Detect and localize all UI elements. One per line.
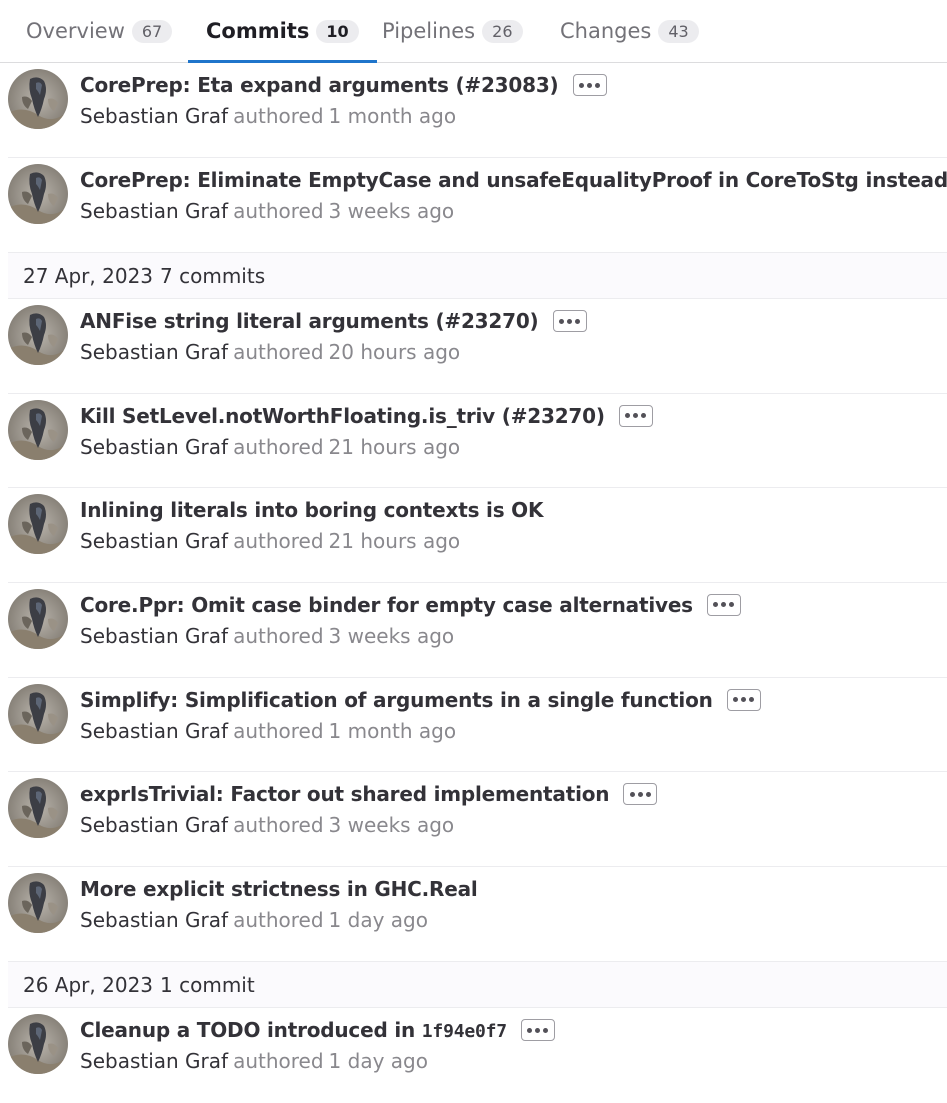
commit-title[interactable]: More explicit strictness in GHC.Real [80, 877, 478, 901]
author-link[interactable]: Sebastian Graf [80, 719, 228, 743]
commit-meta: Sebastian Graf authored 20 hours ago [80, 340, 460, 364]
commit-row: ANFise string literal arguments (#23270)… [8, 299, 947, 394]
commit-row: Core.Ppr: Omit case binder for empty cas… [8, 583, 947, 678]
commit-title[interactable]: Cleanup a TODO introduced in 1f94e0f7 [80, 1018, 507, 1042]
tab-count-badge: 67 [131, 19, 173, 43]
commit-time: 3 weeks ago [328, 813, 455, 838]
group-date: 26 Apr, 2023 [23, 972, 154, 997]
author-avatar[interactable] [8, 872, 68, 933]
author-link[interactable]: Sebastian Graf [80, 340, 228, 364]
author-link[interactable]: Sebastian Graf [80, 1049, 228, 1073]
ellipsis-icon[interactable] [618, 404, 653, 427]
author-link[interactable]: Sebastian Graf [80, 104, 228, 128]
tab-count-badge: 43 [658, 19, 699, 43]
author-avatar[interactable] [8, 778, 68, 839]
author-avatar[interactable] [8, 683, 68, 744]
tab-pipelines[interactable]: Pipelines 26 [382, 0, 523, 62]
commit-meta: Sebastian Graf authored 3 weeks ago [80, 199, 454, 223]
commit-time: 3 weeks ago [328, 623, 455, 648]
commit-time: 1 month ago [328, 104, 457, 128]
ellipsis-icon[interactable] [726, 688, 761, 711]
tab-count-badge: 26 [482, 19, 523, 43]
tab-label: Changes [560, 19, 652, 43]
author-avatar[interactable] [8, 494, 68, 555]
commit-row: CorePrep: Eta expand arguments (#23083) … [8, 63, 947, 158]
authored-label: authored [233, 623, 324, 648]
tab-count-badge: 10 [316, 19, 359, 43]
commit-row: exprIsTrivial: Factor out shared impleme… [8, 772, 947, 867]
commit-time: 1 day ago [328, 1049, 428, 1074]
commit-time: 1 day ago [328, 907, 428, 932]
commit-meta: Sebastian Graf authored 21 hours ago [80, 529, 460, 553]
author-link[interactable]: Sebastian Graf [80, 199, 228, 223]
commit-time: 1 month ago [328, 718, 457, 743]
group-date: 27 Apr, 2023 [23, 263, 154, 288]
commit-list: CorePrep: Eta expand arguments (#23083) … [8, 63, 947, 1103]
authored-label: authored [233, 340, 324, 365]
tab-label: Commits [206, 19, 310, 43]
ellipsis-icon[interactable] [572, 74, 607, 96]
commit-time: 20 hours ago [328, 340, 461, 365]
commit-meta: Sebastian Graf authored 3 weeks ago [80, 624, 454, 648]
commit-title[interactable]: Inlining literals into boring contexts i… [80, 498, 543, 522]
commit-meta: Sebastian Graf authored 21 hours ago [80, 435, 460, 459]
commit-row: Kill SetLevel.notWorthFloating.is_triv (… [8, 394, 947, 489]
author-avatar[interactable] [8, 588, 68, 649]
commit-row: More explicit strictness in GHC.Real Seb… [8, 867, 947, 962]
author-avatar[interactable] [8, 1014, 68, 1075]
commit-meta: Sebastian Graf authored 1 day ago [80, 1049, 428, 1073]
group-commit-count: 1 commit [160, 972, 255, 997]
commit-row: CorePrep: Eliminate EmptyCase and unsafe… [8, 158, 947, 253]
tab-label: Overview [26, 19, 125, 43]
ellipsis-icon[interactable] [552, 310, 587, 333]
date-group-header: 26 Apr, 2023 1 commit [8, 961, 947, 1009]
commit-meta: Sebastian Graf authored 1 day ago [80, 908, 428, 932]
commit-time: 3 weeks ago [328, 198, 455, 223]
ellipsis-icon[interactable] [520, 1019, 555, 1042]
authored-label: authored [233, 104, 324, 128]
authored-label: authored [233, 718, 324, 743]
ellipsis-icon[interactable] [706, 593, 741, 616]
authored-label: authored [233, 813, 324, 838]
author-avatar[interactable] [8, 163, 68, 224]
author-avatar[interactable] [8, 399, 68, 460]
authored-label: authored [233, 1049, 324, 1074]
commit-row: Simplify: Simplification of arguments in… [8, 678, 947, 773]
authored-label: authored [233, 907, 324, 932]
merge-request-tabs: Overview 67 Commits 10 Pipelines 26 Chan… [0, 0, 947, 63]
authored-label: authored [233, 529, 324, 554]
author-link[interactable]: Sebastian Graf [80, 624, 228, 648]
author-avatar[interactable] [8, 305, 68, 366]
commit-title[interactable]: exprIsTrivial: Factor out shared impleme… [80, 782, 610, 806]
author-avatar[interactable] [8, 69, 68, 129]
commit-title[interactable]: Core.Ppr: Omit case binder for empty cas… [80, 593, 693, 617]
commit-meta: Sebastian Graf authored 1 month ago [80, 104, 456, 128]
commit-time: 21 hours ago [328, 434, 461, 459]
author-link[interactable]: Sebastian Graf [80, 813, 228, 837]
commit-row: Cleanup a TODO introduced in 1f94e0f7 Se… [8, 1008, 947, 1103]
authored-label: authored [233, 198, 324, 223]
commit-title[interactable]: CorePrep: Eliminate EmptyCase and unsafe… [80, 168, 947, 192]
group-commit-count: 7 commits [160, 263, 266, 288]
commit-title[interactable]: CorePrep: Eta expand arguments (#23083) [80, 73, 559, 97]
date-group-header: 27 Apr, 2023 7 commits [8, 252, 947, 300]
author-link[interactable]: Sebastian Graf [80, 529, 228, 553]
commit-title[interactable]: Kill SetLevel.notWorthFloating.is_triv (… [80, 404, 605, 428]
commit-sha-reference[interactable]: 1f94e0f7 [422, 1021, 507, 1042]
author-link[interactable]: Sebastian Graf [80, 435, 228, 459]
authored-label: authored [233, 434, 324, 459]
commit-title-text: Cleanup a TODO introduced in [80, 1018, 416, 1043]
commit-meta: Sebastian Graf authored 3 weeks ago [80, 813, 454, 837]
commit-time: 21 hours ago [328, 529, 461, 554]
tab-commits[interactable]: Commits 10 [188, 0, 377, 63]
commit-row: Inlining literals into boring contexts i… [8, 488, 947, 583]
ellipsis-icon[interactable] [623, 783, 658, 806]
tab-overview[interactable]: Overview 67 [26, 0, 173, 62]
commit-title[interactable]: ANFise string literal arguments (#23270) [80, 309, 539, 333]
commit-title[interactable]: Simplify: Simplification of arguments in… [80, 688, 713, 712]
tab-label: Pipelines [382, 19, 476, 43]
author-link[interactable]: Sebastian Graf [80, 908, 228, 932]
commit-meta: Sebastian Graf authored 1 month ago [80, 719, 456, 743]
tab-changes[interactable]: Changes 43 [560, 0, 699, 62]
